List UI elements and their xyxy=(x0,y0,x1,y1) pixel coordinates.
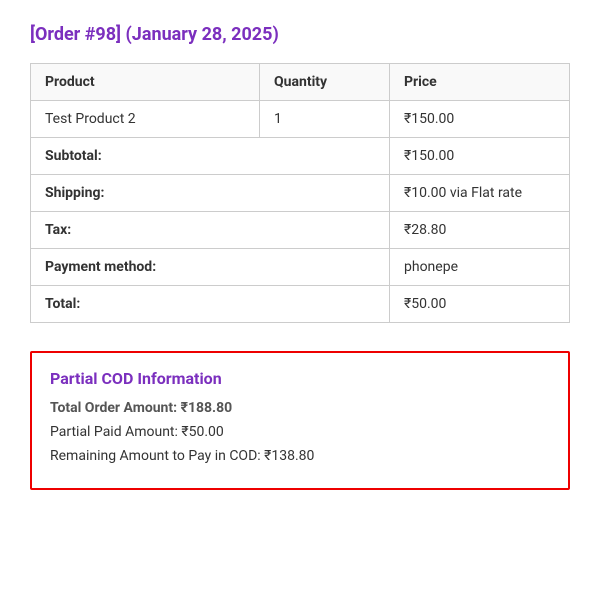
product-quantity: 1 xyxy=(260,101,390,138)
shipping-row: Shipping: ₹10.00 via Flat rate xyxy=(31,175,570,212)
col-header-quantity: Quantity xyxy=(260,64,390,101)
shipping-label: Shipping: xyxy=(31,175,390,212)
col-header-price: Price xyxy=(390,64,570,101)
total-order-label: Total Order Amount: xyxy=(50,400,177,416)
remaining-amount-line: Remaining Amount to Pay in COD: ₹138.80 xyxy=(50,448,550,464)
partial-cod-box: Partial COD Information Total Order Amou… xyxy=(30,351,570,490)
partial-cod-title: Partial COD Information xyxy=(50,369,550,388)
payment-method-value: phonepe xyxy=(390,249,570,286)
subtotal-label: Subtotal: xyxy=(31,138,390,175)
partial-paid-value: ₹50.00 xyxy=(181,424,223,440)
remaining-value: ₹138.80 xyxy=(264,448,314,464)
tax-row: Tax: ₹28.80 xyxy=(31,212,570,249)
remaining-label: Remaining Amount to Pay in COD: xyxy=(50,448,261,464)
shipping-value: ₹10.00 via Flat rate xyxy=(390,175,570,212)
tax-value: ₹28.80 xyxy=(390,212,570,249)
payment-method-row: Payment method: phonepe xyxy=(31,249,570,286)
order-table: Product Quantity Price Test Product 2 1 … xyxy=(30,63,570,323)
order-title[interactable]: [Order #98] (January 28, 2025) xyxy=(30,24,570,45)
partial-paid-label: Partial Paid Amount: xyxy=(50,424,178,440)
product-name: Test Product 2 xyxy=(31,101,260,138)
total-value: ₹50.00 xyxy=(390,286,570,323)
partial-paid-line: Partial Paid Amount: ₹50.00 xyxy=(50,424,550,440)
total-order-value: ₹188.80 xyxy=(181,400,233,416)
total-order-line: Total Order Amount: ₹188.80 xyxy=(50,400,550,416)
table-row: Test Product 2 1 ₹150.00 xyxy=(31,101,570,138)
total-label: Total: xyxy=(31,286,390,323)
total-row: Total: ₹50.00 xyxy=(31,286,570,323)
col-header-product: Product xyxy=(31,64,260,101)
subtotal-value: ₹150.00 xyxy=(390,138,570,175)
payment-method-label: Payment method: xyxy=(31,249,390,286)
product-price: ₹150.00 xyxy=(390,101,570,138)
subtotal-row: Subtotal: ₹150.00 xyxy=(31,138,570,175)
tax-label: Tax: xyxy=(31,212,390,249)
